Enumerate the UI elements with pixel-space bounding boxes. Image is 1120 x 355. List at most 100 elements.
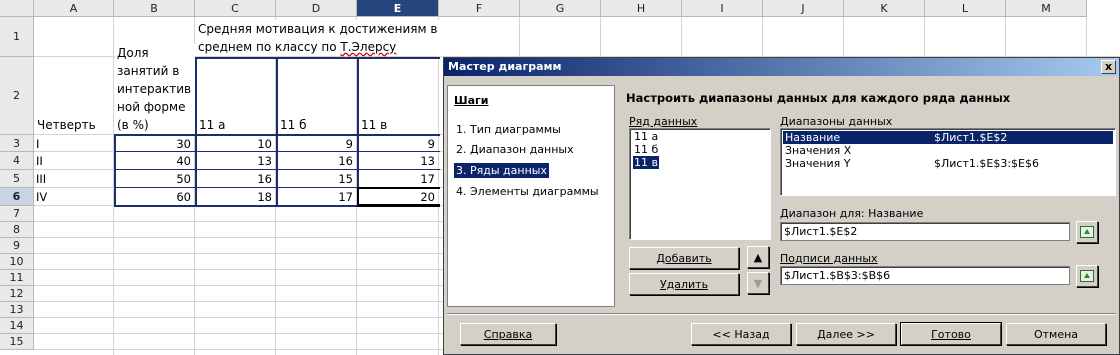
row-header-5[interactable]: 5 xyxy=(0,170,34,188)
column-header-D[interactable]: D xyxy=(276,0,357,17)
dialog-titlebar[interactable]: Мастер диаграмм x xyxy=(444,58,1119,76)
cell-E5[interactable]: 17 xyxy=(357,172,438,186)
column-header-L[interactable]: L xyxy=(925,0,1006,17)
cell-B5[interactable]: 50 xyxy=(114,172,194,186)
select-labels-range-button[interactable] xyxy=(1076,265,1098,287)
cell-D6[interactable]: 17 xyxy=(276,190,356,204)
cell-C2[interactable]: 11 а xyxy=(197,118,225,132)
select-all-corner[interactable] xyxy=(0,0,34,17)
ranges-label: Диапазоны данных xyxy=(780,115,893,128)
cell-D3[interactable]: 9 xyxy=(276,137,356,151)
row-header-9[interactable]: 9 xyxy=(0,238,34,254)
row-header-4[interactable]: 4 xyxy=(0,152,34,170)
cell-C4[interactable]: 13 xyxy=(195,154,275,168)
range-value: $Лист1.$E$2 xyxy=(934,131,1008,144)
cell-E4[interactable]: 13 xyxy=(357,154,438,168)
row-header-15[interactable]: 15 xyxy=(0,334,34,350)
help-button[interactable]: Справка xyxy=(460,323,556,345)
steps-title: Шаги xyxy=(454,94,489,107)
cell-A5[interactable]: III xyxy=(34,172,113,186)
data-labels-label: Подписи данных xyxy=(780,252,878,265)
column-header-H[interactable]: H xyxy=(601,0,682,17)
move-down-button[interactable]: ▼ xyxy=(747,272,769,294)
series-label: Ряд данных xyxy=(629,115,698,128)
b-header-line: ной форме xyxy=(117,100,186,114)
step-chart-type[interactable]: 1. Тип диаграммы xyxy=(454,122,563,137)
row-header-11[interactable]: 11 xyxy=(0,270,34,286)
row-header-7[interactable]: 7 xyxy=(0,206,34,222)
step-data-series[interactable]: 3. Ряды данных xyxy=(454,163,549,178)
step-data-range[interactable]: 2. Диапазон данных xyxy=(454,142,576,157)
range-for-label: Диапазон для: Название xyxy=(780,207,924,220)
series-listbox[interactable]: 11 а 11 б 11 в xyxy=(629,128,771,240)
series-item[interactable]: 11 б xyxy=(633,143,659,156)
range-value: $Лист1.$E$3:$E$6 xyxy=(934,157,1039,170)
cell-A6[interactable]: IV xyxy=(34,190,113,204)
b-header-line: Доля xyxy=(117,46,149,60)
row-header-3[interactable]: 3 xyxy=(0,135,34,152)
cell-B4[interactable]: 40 xyxy=(114,154,194,168)
cell-D5[interactable]: 15 xyxy=(276,172,356,186)
data-labels-input[interactable]: $Лист1.$B$3:$B$6 xyxy=(780,266,1070,285)
cell-E3[interactable]: 9 xyxy=(357,137,438,151)
row-header-1[interactable]: 1 xyxy=(0,17,34,57)
row-header-10[interactable]: 10 xyxy=(0,254,34,270)
next-button[interactable]: Далее >> xyxy=(796,323,896,345)
b-header-line: интерактив xyxy=(117,82,192,96)
cell-C1-merged-header[interactable]: Средняя мотивация к достижениям в средне… xyxy=(196,20,440,56)
cell-C3[interactable]: 10 xyxy=(195,137,275,151)
close-button[interactable]: x xyxy=(1101,60,1116,74)
back-button[interactable]: << Назад xyxy=(691,323,791,345)
cell-E6[interactable]: 20 xyxy=(357,190,438,204)
b-header-line: (в %) xyxy=(117,118,149,132)
cell-A4[interactable]: II xyxy=(34,154,113,168)
series-item-selected[interactable]: 11 в xyxy=(633,156,659,169)
select-range-icon xyxy=(1080,226,1094,238)
ranges-listbox[interactable]: Название $Лист1.$E$2 Значения X Значения… xyxy=(780,128,1116,196)
finish-button[interactable]: Готово xyxy=(900,322,1002,346)
column-header-E[interactable]: E xyxy=(357,0,439,17)
range-name[interactable]: Название xyxy=(784,131,841,144)
column-header-C[interactable]: C xyxy=(195,0,276,17)
cell-E2[interactable]: 11 в xyxy=(359,118,387,132)
cell-B3[interactable]: 30 xyxy=(114,137,194,151)
chart-wizard-dialog: Мастер диаграмм x Шаги 1. Тип диаграммы … xyxy=(443,57,1120,355)
column-header-I[interactable]: I xyxy=(682,0,763,17)
cell-C6[interactable]: 18 xyxy=(195,190,275,204)
cell-A2[interactable]: Четверть xyxy=(35,118,96,132)
steps-panel: Шаги 1. Тип диаграммы 2. Диапазон данных… xyxy=(447,85,615,307)
add-series-button[interactable]: Добавить xyxy=(629,247,739,269)
remove-series-button[interactable]: Удалить xyxy=(629,273,739,295)
row-header-12[interactable]: 12 xyxy=(0,286,34,302)
step-chart-elements[interactable]: 4. Элементы диаграммы xyxy=(454,184,601,199)
column-header-A[interactable]: A xyxy=(34,0,114,17)
cell-A3[interactable]: I xyxy=(34,137,113,151)
cancel-button[interactable]: Отмена xyxy=(1006,323,1106,345)
b-header-line: занятий в xyxy=(117,64,180,78)
row-header-8[interactable]: 8 xyxy=(0,222,34,238)
row-header-13[interactable]: 13 xyxy=(0,302,34,318)
row-header-14[interactable]: 14 xyxy=(0,318,34,334)
column-header-K[interactable]: K xyxy=(844,0,925,17)
move-up-button[interactable]: ▲ xyxy=(747,246,769,268)
cell-B1-b-header[interactable]: Доля занятий в интерактив ной форме (в %) xyxy=(115,44,195,134)
cell-B6[interactable]: 60 xyxy=(114,190,194,204)
cell-C5[interactable]: 16 xyxy=(195,172,275,186)
cell-D4[interactable]: 16 xyxy=(276,154,356,168)
range-name[interactable]: Значения X xyxy=(784,144,852,157)
select-range-button[interactable] xyxy=(1076,221,1098,243)
row-header-6[interactable]: 6 xyxy=(0,188,34,206)
row-header-2[interactable]: 2 xyxy=(0,57,34,135)
column-header-J[interactable]: J xyxy=(763,0,844,17)
series-item[interactable]: 11 а xyxy=(633,130,659,143)
cell-D2[interactable]: 11 б xyxy=(278,118,306,132)
range-for-input[interactable]: $Лист1.$E$2 xyxy=(780,222,1070,241)
range-name[interactable]: Значения Y xyxy=(784,157,851,170)
column-header-G[interactable]: G xyxy=(520,0,601,17)
close-icon: x xyxy=(1104,60,1113,73)
header-line-2: среднем по классу по Т.Элерсу xyxy=(198,40,397,54)
column-header-M[interactable]: M xyxy=(1006,0,1087,17)
column-header-B[interactable]: B xyxy=(114,0,195,17)
column-header-F[interactable]: F xyxy=(439,0,520,17)
arrow-up-icon: ▲ xyxy=(753,250,763,264)
